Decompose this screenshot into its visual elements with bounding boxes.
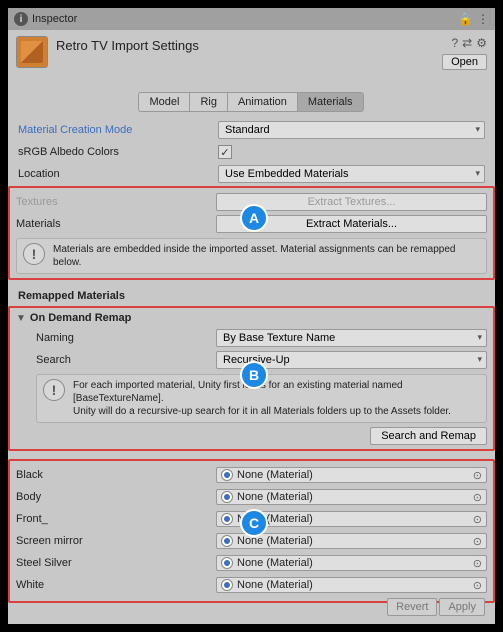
object-icon <box>221 557 233 569</box>
inspector-panel: i Inspector 🔒 ⋮ Retro TV Import Settings… <box>8 8 495 624</box>
material-creation-mode-label: Material Creation Mode <box>18 124 218 136</box>
object-icon <box>221 491 233 503</box>
tab-materials[interactable]: Materials <box>297 92 364 112</box>
info-text-b: For each imported material, Unity first … <box>73 379 480 418</box>
search-label: Search <box>36 354 216 366</box>
object-icon <box>221 535 233 547</box>
location-label: Location <box>18 168 218 180</box>
search-and-remap-button[interactable]: Search and Remap <box>370 427 487 445</box>
material-name: Steel Silver <box>16 557 216 569</box>
open-button[interactable]: Open <box>442 54 487 70</box>
help-icon[interactable]: ? <box>451 36 458 50</box>
revert-button[interactable]: Revert <box>387 598 437 616</box>
badge-c: C <box>240 509 268 537</box>
material-field[interactable]: None (Material) <box>216 555 487 571</box>
badge-b: B <box>240 361 268 389</box>
srgb-label: sRGB Albedo Colors <box>18 146 218 158</box>
material-field[interactable]: None (Material) <box>216 489 487 505</box>
remapped-materials-title: Remapped Materials <box>18 290 485 302</box>
badge-a: A <box>240 204 268 232</box>
settings-icon[interactable]: ⚙ <box>476 36 487 50</box>
apply-button[interactable]: Apply <box>439 598 485 616</box>
material-row: Body None (Material) <box>16 487 487 507</box>
chevron-down-icon: ▼ <box>16 313 26 324</box>
menu-icon[interactable]: ⋮ <box>477 12 489 26</box>
info-text-a: Materials are embedded inside the import… <box>53 243 480 269</box>
tab-rig[interactable]: Rig <box>189 92 228 112</box>
location-dropdown[interactable]: Use Embedded Materials <box>218 165 485 183</box>
material-creation-mode-dropdown[interactable]: Standard <box>218 121 485 139</box>
warning-icon: ! <box>23 243 45 265</box>
naming-label: Naming <box>36 332 216 344</box>
textures-label: Textures <box>16 196 216 208</box>
asset-title: Retro TV Import Settings <box>56 36 199 53</box>
asset-icon <box>16 36 48 68</box>
preset-icon[interactable]: ⇄ <box>462 36 472 50</box>
header: Retro TV Import Settings ? ⇄ ⚙ Open <box>8 30 495 74</box>
tab-animation[interactable]: Animation <box>227 92 298 112</box>
srgb-checkbox[interactable]: ✓ <box>218 145 232 159</box>
object-icon <box>221 469 233 481</box>
section-a-box: Textures Extract Textures... Materials E… <box>8 186 495 280</box>
titlebar: i Inspector 🔒 ⋮ <box>8 8 495 30</box>
material-name: Body <box>16 491 216 503</box>
material-row: Black None (Material) <box>16 465 487 485</box>
warning-icon: ! <box>43 379 65 401</box>
lock-icon[interactable]: 🔒 <box>458 12 473 26</box>
material-field[interactable]: None (Material) <box>216 467 487 483</box>
naming-dropdown[interactable]: By Base Texture Name <box>216 329 487 347</box>
info-strip-a: ! Materials are embedded inside the impo… <box>16 238 487 274</box>
material-field[interactable]: None (Material) <box>216 577 487 593</box>
object-icon <box>221 579 233 591</box>
material-name: Black <box>16 469 216 481</box>
material-row: White None (Material) <box>16 575 487 595</box>
material-name: Front_ <box>16 513 216 525</box>
on-demand-remap-foldout[interactable]: ▼ On Demand Remap <box>16 312 487 324</box>
material-row: Steel Silver None (Material) <box>16 553 487 573</box>
material-name: Screen mirror <box>16 535 216 547</box>
material-name: White <box>16 579 216 591</box>
tab-model[interactable]: Model <box>138 92 190 112</box>
info-icon: i <box>14 12 28 26</box>
titlebar-text: Inspector <box>32 13 77 25</box>
object-icon <box>221 513 233 525</box>
tabs: Model Rig Animation Materials <box>8 92 495 112</box>
materials-label: Materials <box>16 218 216 230</box>
